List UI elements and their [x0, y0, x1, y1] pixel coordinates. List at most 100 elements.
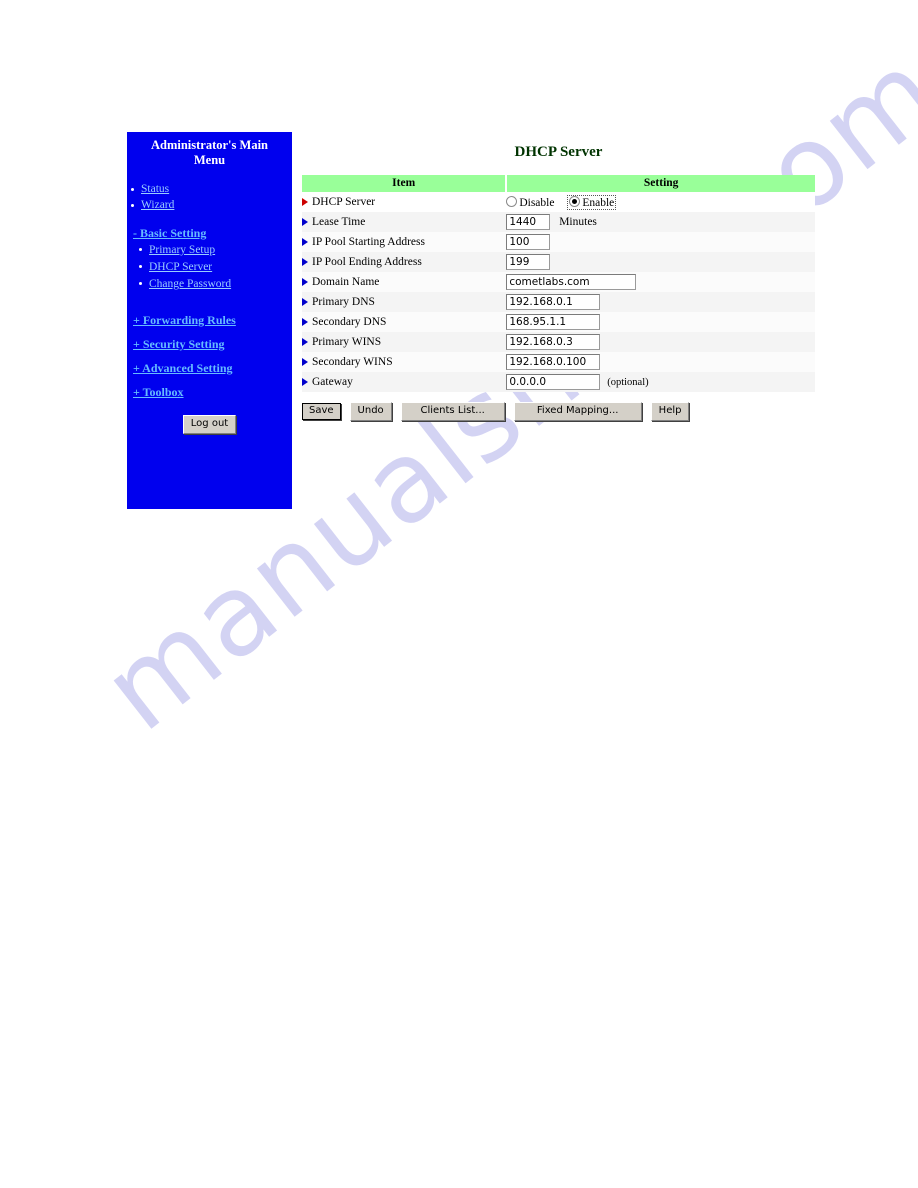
- row-value-cell: [506, 292, 815, 312]
- blue-arrow-icon: [302, 278, 308, 286]
- row-label-cell: Primary WINS: [302, 332, 507, 352]
- ip-pool-end-input[interactable]: [506, 254, 551, 270]
- sidebar-item-label[interactable]: Change Password: [149, 278, 231, 290]
- row-value-cell: [506, 232, 815, 252]
- sidebar-item-dhcp-server[interactable]: DHCP Server: [127, 260, 292, 274]
- sidebar-group-security-setting[interactable]: + Security Setting: [127, 337, 292, 351]
- row-value-cell: Minutes: [506, 212, 815, 232]
- secondary-dns-input[interactable]: [506, 314, 601, 330]
- sidebar-item-wizard[interactable]: Wizard: [127, 198, 292, 212]
- sidebar-group-label[interactable]: + Security Setting: [133, 337, 225, 351]
- row-label: Primary DNS: [312, 296, 375, 308]
- table-row-gateway: Gateway (optional): [302, 372, 815, 392]
- lease-time-unit: Minutes: [559, 215, 597, 228]
- blue-arrow-icon: [302, 338, 308, 346]
- gateway-optional-note: (optional): [607, 376, 649, 388]
- row-label-cell: IP Pool Ending Address: [302, 252, 507, 272]
- lease-time-input[interactable]: [506, 214, 551, 230]
- radio-icon[interactable]: [506, 195, 518, 207]
- row-label: DHCP Server: [312, 196, 376, 208]
- gateway-input[interactable]: [506, 374, 601, 390]
- fixed-mapping-button[interactable]: Fixed Mapping...: [513, 402, 642, 421]
- action-button-row: Save Undo Clients List... Fixed Mapping.…: [302, 400, 815, 421]
- row-label-cell: DHCP Server: [302, 192, 507, 212]
- table-row-domain-name: Domain Name: [302, 272, 815, 292]
- clients-list-button[interactable]: Clients List...: [400, 402, 505, 421]
- row-value-cell: [506, 272, 815, 292]
- primary-dns-input[interactable]: [506, 294, 601, 310]
- row-value-cell: [506, 352, 815, 372]
- logout-button[interactable]: Log out: [182, 415, 237, 434]
- table-header-row: Item Setting: [302, 175, 815, 192]
- main-content: DHCP Server Item Setting DHCP Server Dis…: [302, 132, 822, 421]
- sidebar-group-basic-setting[interactable]: - Basic Setting: [127, 226, 292, 240]
- row-label: Lease Time: [312, 216, 366, 228]
- sidebar-item-label[interactable]: Status: [141, 183, 169, 195]
- row-label-cell: Secondary WINS: [302, 352, 507, 372]
- row-label: IP Pool Ending Address: [312, 256, 422, 268]
- table-row-secondary-wins: Secondary WINS: [302, 352, 815, 372]
- blue-arrow-icon: [302, 258, 308, 266]
- sidebar-item-label[interactable]: Wizard: [141, 199, 174, 211]
- help-button[interactable]: Help: [650, 402, 690, 421]
- row-label-cell: Lease Time: [302, 212, 507, 232]
- radio-option-disable[interactable]: Disable: [506, 195, 554, 209]
- sidebar-group-advanced-setting[interactable]: + Advanced Setting: [127, 361, 292, 375]
- table-row-primary-dns: Primary DNS: [302, 292, 815, 312]
- row-label: Primary WINS: [312, 336, 382, 348]
- sidebar-item-status[interactable]: Status: [127, 182, 292, 196]
- sidebar-group-toolbox[interactable]: + Toolbox: [127, 385, 292, 399]
- sidebar-navigation: Administrator's Main Menu Status Wizard …: [127, 132, 292, 509]
- sidebar-item-primary-setup[interactable]: Primary Setup: [127, 243, 292, 257]
- row-label: Gateway: [312, 376, 353, 388]
- sidebar-group-forwarding-rules[interactable]: + Forwarding Rules: [127, 313, 292, 327]
- row-value-cell: [506, 312, 815, 332]
- blue-arrow-icon: [302, 298, 308, 306]
- row-value-cell: (optional): [506, 372, 815, 392]
- blue-arrow-icon: [302, 318, 308, 326]
- domain-name-input[interactable]: [506, 274, 637, 290]
- sidebar-group-label[interactable]: - Basic Setting: [133, 226, 206, 240]
- row-label-cell: Primary DNS: [302, 292, 507, 312]
- row-label-cell: Gateway: [302, 372, 507, 392]
- secondary-wins-input[interactable]: [506, 354, 601, 370]
- sidebar-item-change-password[interactable]: Change Password: [127, 277, 292, 291]
- radio-icon[interactable]: [569, 195, 581, 207]
- table-row-ip-pool-end: IP Pool Ending Address: [302, 252, 815, 272]
- row-value-cell: [506, 252, 815, 272]
- sidebar-group-label[interactable]: + Toolbox: [133, 385, 184, 399]
- sidebar-item-label[interactable]: Primary Setup: [149, 244, 215, 256]
- row-value-cell: [506, 332, 815, 352]
- row-label: IP Pool Starting Address: [312, 236, 425, 248]
- row-label-cell: IP Pool Starting Address: [302, 232, 507, 252]
- primary-wins-input[interactable]: [506, 334, 601, 350]
- blue-arrow-icon: [302, 358, 308, 366]
- sidebar-group-label[interactable]: + Advanced Setting: [133, 361, 233, 375]
- sidebar-item-label[interactable]: DHCP Server: [149, 261, 212, 273]
- blue-arrow-icon: [302, 378, 308, 386]
- router-config-page: Administrator's Main Menu Status Wizard …: [0, 0, 918, 1188]
- undo-button[interactable]: Undo: [349, 402, 392, 421]
- column-header-item: Item: [302, 175, 508, 192]
- sidebar-group-label[interactable]: + Forwarding Rules: [133, 313, 236, 327]
- row-label: Domain Name: [312, 276, 380, 288]
- red-arrow-icon: [302, 198, 308, 206]
- row-label-cell: Domain Name: [302, 272, 507, 292]
- row-label-cell: Secondary DNS: [302, 312, 507, 332]
- table-row-secondary-dns: Secondary DNS: [302, 312, 815, 332]
- radio-label[interactable]: Disable: [519, 197, 554, 209]
- table-row-lease-time: Lease Time Minutes: [302, 212, 815, 232]
- ip-pool-start-input[interactable]: [506, 234, 551, 250]
- blue-arrow-icon: [302, 218, 308, 226]
- row-label: Secondary DNS: [312, 316, 387, 328]
- save-button[interactable]: Save: [302, 403, 341, 420]
- table-row-dhcp-server: DHCP Server Disable Enable: [302, 192, 815, 212]
- logout-button-container: Log out: [127, 413, 292, 434]
- radio-label[interactable]: Enable: [582, 197, 614, 209]
- table-row-ip-pool-start: IP Pool Starting Address: [302, 232, 815, 252]
- sidebar-title: Administrator's Main Menu: [150, 138, 268, 167]
- column-header-setting: Setting: [506, 175, 815, 192]
- page-title: DHCP Server: [514, 144, 603, 160]
- table-row-primary-wins: Primary WINS: [302, 332, 815, 352]
- radio-option-enable[interactable]: Enable: [567, 194, 617, 210]
